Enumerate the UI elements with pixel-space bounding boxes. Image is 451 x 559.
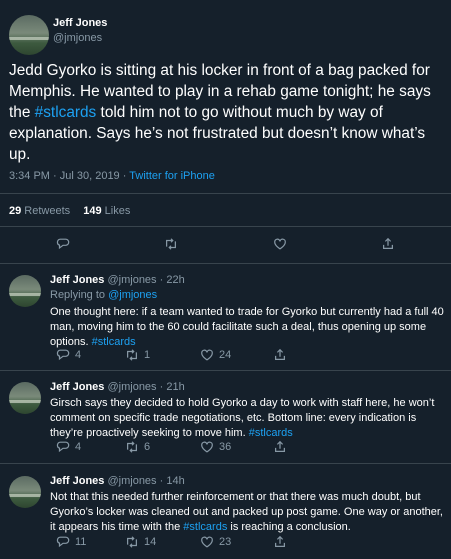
author-name[interactable]: Jeff Jones [50, 274, 104, 286]
share-icon [275, 535, 285, 547]
retweets-stat[interactable]: 29 Retweets [9, 205, 70, 217]
share-icon [275, 348, 285, 360]
avatar[interactable] [9, 382, 41, 414]
author-name[interactable]: Jeff Jones [50, 475, 104, 487]
reply-button[interactable]: 11 [56, 535, 86, 549]
avatar[interactable] [9, 275, 41, 307]
like-icon [201, 536, 213, 548]
share-icon [383, 237, 393, 249]
author-name[interactable]: Jeff Jones [50, 381, 104, 393]
hashtag-link[interactable]: #stlcards [92, 336, 136, 348]
reply-text: One thought here: if a team wanted to tr… [50, 305, 445, 350]
author-handle[interactable]: @jmjones [107, 475, 156, 487]
retweet-icon [127, 536, 137, 548]
hashtag-link[interactable]: #stlcards [183, 521, 227, 533]
retweet-icon [166, 238, 176, 250]
reply-count: 4 [75, 349, 82, 361]
reply-icon [56, 349, 70, 361]
author-name[interactable]: Jeff Jones [53, 17, 107, 29]
retweet-button[interactable]: 6 [125, 440, 150, 454]
retweet-button[interactable] [164, 237, 178, 251]
retweet-count: 14 [144, 536, 157, 548]
reply-button[interactable]: 4 [56, 348, 81, 362]
tweet-stats: 29 Retweets 149 Likes [9, 205, 130, 217]
reply-icon [56, 441, 70, 453]
replying-label: Replying to [50, 289, 109, 301]
reply-button[interactable] [56, 237, 70, 251]
tweet-age[interactable]: 14h [166, 475, 184, 487]
like-button[interactable]: 36 [200, 440, 231, 454]
reply-header: Jeff Jones @jmjones · 14h [50, 475, 185, 487]
like-icon [201, 441, 213, 453]
likes-stat[interactable]: 149 Likes [83, 205, 130, 217]
reply-text: Not that this needed further reinforceme… [50, 490, 445, 535]
retweet-count: 6 [144, 441, 151, 453]
hashtag-link[interactable]: #stlcards [249, 427, 293, 439]
divider [0, 370, 451, 371]
meta-separator: · [119, 170, 130, 182]
likes-label: Likes [101, 205, 131, 217]
reply-icon [56, 238, 70, 250]
like-count: 23 [219, 536, 232, 548]
tweet-age[interactable]: 21h [166, 381, 184, 393]
retweets-label: Retweets [21, 205, 71, 217]
share-button[interactable] [381, 237, 395, 251]
reply-header: Jeff Jones @jmjones · 22h [50, 274, 185, 286]
replying-to: Replying to @jmjones [50, 289, 157, 301]
like-button[interactable]: 23 [200, 535, 231, 549]
avatar[interactable] [9, 476, 41, 508]
like-button[interactable] [273, 237, 287, 251]
retweet-button[interactable]: 1 [125, 348, 150, 362]
reply-count: 11 [75, 536, 87, 548]
hashtag-link[interactable]: #stlcards [35, 104, 97, 121]
reply-button[interactable]: 4 [56, 440, 81, 454]
dot-separator: · [156, 381, 167, 393]
like-button[interactable]: 24 [200, 348, 231, 362]
dot-separator: · [156, 475, 167, 487]
tweet-meta: 3:34 PM · Jul 30, 2019 · Twitter for iPh… [9, 170, 215, 182]
reply-header: Jeff Jones @jmjones · 21h [50, 381, 185, 393]
tweet-source[interactable]: Twitter for iPhone [129, 170, 215, 182]
share-button[interactable] [273, 348, 287, 362]
author-handle[interactable]: @jmjones [107, 274, 156, 286]
reply-text: Girsch says they decided to hold Gyorko … [50, 396, 445, 441]
share-icon [275, 440, 285, 452]
tweet-timestamp[interactable]: 3:34 PM · Jul 30, 2019 [9, 170, 120, 182]
divider [0, 226, 451, 227]
reply-text-part: is reaching a conclusion. [227, 521, 351, 533]
retweet-icon [127, 441, 137, 453]
retweet-button[interactable]: 14 [125, 535, 156, 549]
like-icon [201, 349, 213, 361]
avatar[interactable] [9, 15, 49, 55]
retweets-count: 29 [9, 205, 22, 217]
author-handle[interactable]: @jmjones [53, 32, 102, 44]
like-icon [274, 238, 286, 250]
tweet-text: Jedd Gyorko is sitting at his locker in … [9, 60, 439, 165]
replying-to-handle[interactable]: @jmjones [108, 289, 157, 301]
retweet-count: 1 [144, 349, 151, 361]
reply-icon [56, 536, 70, 548]
retweet-icon [127, 349, 137, 361]
likes-count: 149 [83, 205, 102, 217]
like-count: 24 [219, 349, 232, 361]
divider [0, 193, 451, 194]
like-count: 36 [219, 441, 232, 453]
tweet-age[interactable]: 22h [166, 274, 184, 286]
divider [0, 463, 451, 464]
share-button[interactable] [273, 440, 287, 454]
dot-separator: · [156, 274, 167, 286]
divider [0, 263, 451, 264]
reply-count: 4 [75, 441, 82, 453]
author-handle[interactable]: @jmjones [107, 381, 156, 393]
reply-text-part: Girsch says they decided to hold Gyorko … [50, 397, 435, 439]
share-button[interactable] [273, 535, 287, 549]
